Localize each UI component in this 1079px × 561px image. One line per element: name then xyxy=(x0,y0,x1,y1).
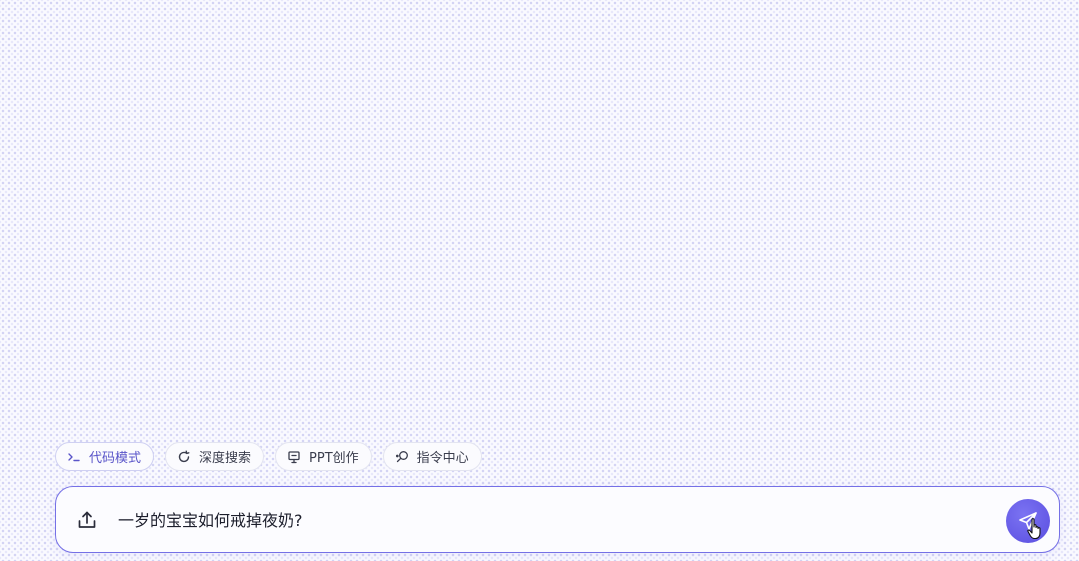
chip-code-mode[interactable]: 代码模式 xyxy=(55,442,155,471)
mode-chips: 代码模式 深度搜索 PPT创作 指令中心 xyxy=(55,442,482,471)
command-center-icon xyxy=(395,450,409,464)
chip-label: PPT创作 xyxy=(309,451,359,466)
prompt-input[interactable]: 一岁的宝宝如何戒掉夜奶? xyxy=(118,487,978,551)
presentation-icon xyxy=(287,450,301,464)
send-icon xyxy=(1018,511,1038,531)
chip-label: 指令中心 xyxy=(416,451,469,466)
send-button[interactable] xyxy=(1006,499,1050,543)
upload-icon xyxy=(76,509,98,531)
chip-ppt-creation[interactable]: PPT创作 xyxy=(275,442,372,471)
chip-label: 代码模式 xyxy=(89,451,142,466)
chip-command-center[interactable]: 指令中心 xyxy=(382,442,482,471)
chip-deep-search[interactable]: 深度搜索 xyxy=(165,442,265,471)
refresh-search-icon xyxy=(177,450,191,464)
upload-button[interactable] xyxy=(74,507,100,533)
terminal-icon xyxy=(67,450,81,464)
chip-label: 深度搜索 xyxy=(199,451,252,466)
chat-input-box[interactable]: 一岁的宝宝如何戒掉夜奶? xyxy=(55,486,1060,553)
